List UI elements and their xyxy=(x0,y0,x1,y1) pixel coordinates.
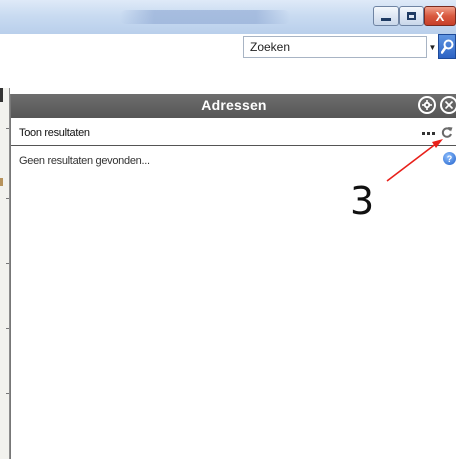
annotation-number: 3 xyxy=(350,179,375,223)
annotation-arrow xyxy=(386,139,443,182)
